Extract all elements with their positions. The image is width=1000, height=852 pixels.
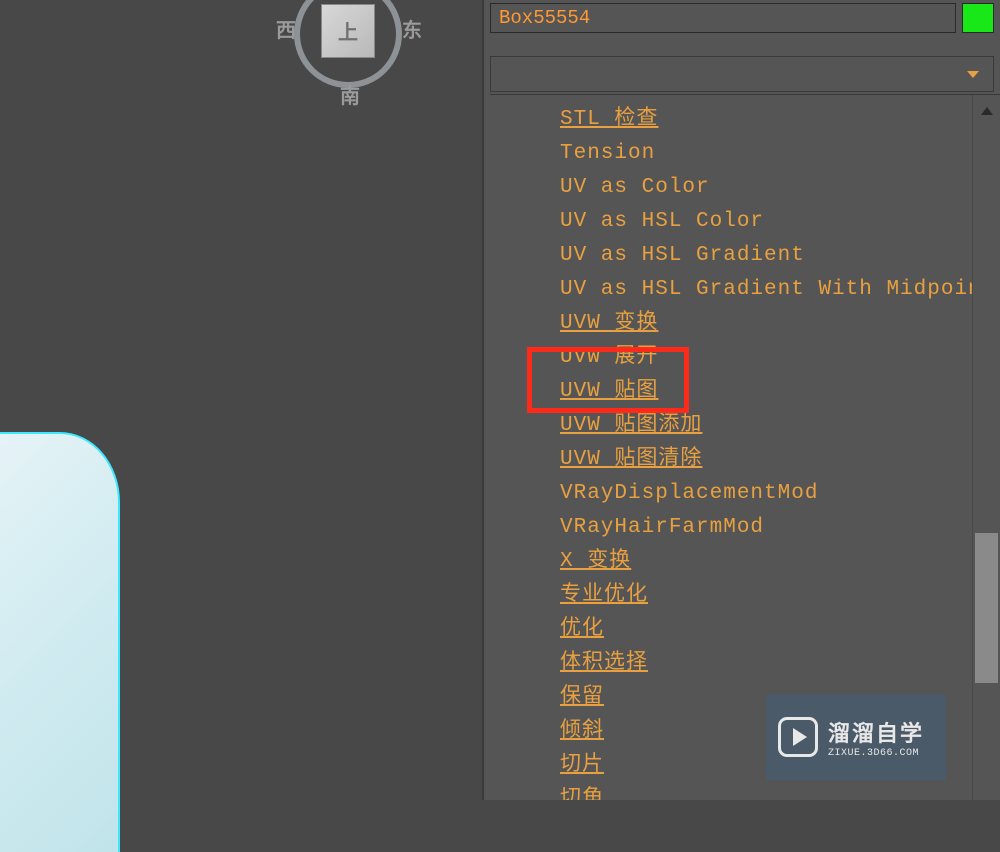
modifier-item[interactable]: UV as HSL Color <box>560 205 972 239</box>
watermark: 溜溜自学 ZIXUE.3D66.COM <box>766 694 946 780</box>
modifier-item[interactable]: 体积选择 <box>560 647 972 681</box>
chevron-down-icon <box>967 71 979 78</box>
compass-west[interactable]: 西 <box>276 14 296 44</box>
compass-east[interactable]: 东 <box>402 14 422 44</box>
object-name-input[interactable] <box>490 3 956 33</box>
watermark-sub: ZIXUE.3D66.COM <box>828 748 924 759</box>
modifier-item[interactable]: VRayHairFarmMod <box>560 511 972 545</box>
modifier-item[interactable]: VRayDisplacementMod <box>560 477 972 511</box>
modifier-item[interactable]: Tension <box>560 137 972 171</box>
modifier-item[interactable]: UVW 展开 <box>560 341 972 375</box>
modifier-item[interactable]: X 变换 <box>560 545 972 579</box>
viewcube-face-top[interactable]: 上 <box>321 4 375 58</box>
modifier-item[interactable]: 优化 <box>560 613 972 647</box>
scroll-thumb[interactable] <box>975 533 998 683</box>
model-object[interactable] <box>0 432 120 852</box>
viewport-3d[interactable]: 上 西 东 南 <box>0 0 482 800</box>
modifier-item[interactable]: UVW 变换 <box>560 307 972 341</box>
modifier-item[interactable]: UVW 贴图清除 <box>560 443 972 477</box>
modifier-item[interactable]: 专业优化 <box>560 579 972 613</box>
watermark-text: 溜溜自学 ZIXUE.3D66.COM <box>828 716 924 759</box>
modifier-item-uvw-map[interactable]: UVW 贴图 <box>560 375 972 409</box>
viewcube[interactable]: 上 西 东 南 <box>270 0 430 110</box>
modifier-item[interactable]: UV as HSL Gradient With Midpoint <box>560 273 972 307</box>
watermark-main: 溜溜自学 <box>828 716 924 748</box>
modifier-item[interactable]: UV as HSL Gradient <box>560 239 972 273</box>
modifier-dropdown-header[interactable] <box>490 56 994 92</box>
scroll-up-icon[interactable] <box>973 95 1000 127</box>
object-color-swatch[interactable] <box>962 3 994 33</box>
compass-south[interactable]: 南 <box>340 80 360 110</box>
modifier-item[interactable]: STL 检查 <box>560 103 972 137</box>
modifier-item[interactable]: 切角 <box>560 783 972 800</box>
object-name-row <box>490 0 994 36</box>
modifier-item[interactable]: UV as Color <box>560 171 972 205</box>
scrollbar[interactable] <box>972 95 1000 800</box>
modifier-item[interactable]: UVW 贴图添加 <box>560 409 972 443</box>
play-icon <box>778 717 818 757</box>
modify-panel: STL 检查 Tension UV as Color UV as HSL Col… <box>482 0 1000 800</box>
